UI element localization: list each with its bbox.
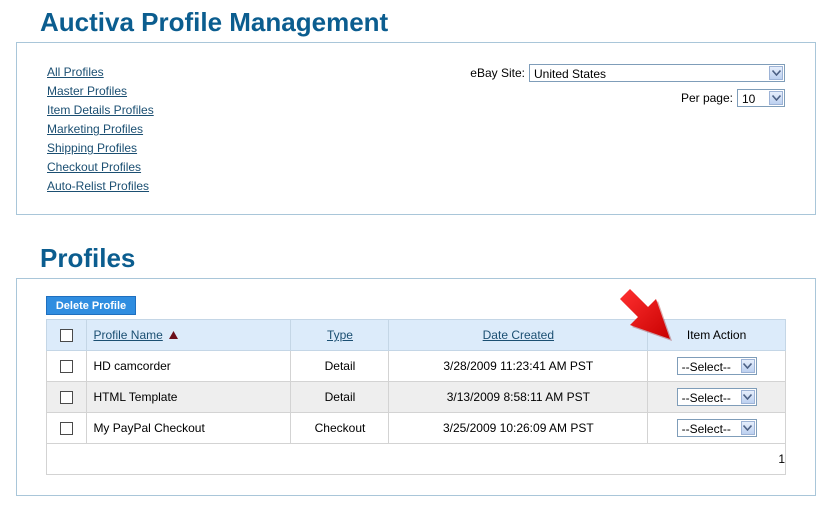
link-item-details-profiles[interactable]: Item Details Profiles [47,103,154,117]
row-checkbox[interactable] [60,422,74,436]
profile-name-cell: My PayPal Checkout [86,412,292,444]
date-created-cell: 3/25/2009 10:26:09 AM PST [388,412,649,444]
per-page-select[interactable]: 10 [737,89,785,107]
page-number-link[interactable]: 1 [778,452,785,466]
profile-name-header: Profile Name [86,319,292,351]
link-master-profiles[interactable]: Master Profiles [47,84,127,98]
per-page-label: Per page: [680,91,733,105]
link-shipping-profiles[interactable]: Shipping Profiles [47,141,137,155]
item-action-value: --Select-- [681,360,731,374]
page-title: Auctiva Profile Management [40,7,389,37]
ebay-site-label: eBay Site: [470,66,525,80]
item-action-cell: --Select-- [647,381,786,413]
profile-filter-panel: All Profiles Master Profiles Item Detail… [16,42,816,215]
date-created-header: Date Created [388,319,649,351]
chevron-down-icon [740,359,755,373]
item-action-value: --Select-- [681,422,731,436]
link-auto-relist-profiles[interactable]: Auto-Relist Profiles [47,179,149,193]
date-created-cell: 3/13/2009 8:58:11 AM PST [388,381,649,413]
triangle-up-icon [169,328,179,342]
link-marketing-profiles[interactable]: Marketing Profiles [47,122,143,136]
row-checkbox-cell [45,381,88,413]
table-row: My PayPal Checkout Checkout 3/25/2009 10… [45,412,786,444]
per-page-row: Per page: 10 [681,89,785,107]
row-checkbox[interactable] [60,391,74,405]
ebay-site-select[interactable]: United States [529,64,785,82]
profile-type-cell: Detail [290,381,390,413]
item-action-select[interactable]: --Select-- [676,419,757,437]
row-checkbox-cell [45,412,88,444]
row-checkbox[interactable] [60,360,74,374]
red-arrow-icon [620,289,672,341]
link-checkout-profiles[interactable]: Checkout Profiles [47,160,141,174]
link-all-profiles[interactable]: All Profiles [47,65,104,79]
item-action-select[interactable]: --Select-- [676,388,757,406]
item-action-select[interactable]: --Select-- [676,357,757,375]
item-action-cell: --Select-- [647,350,786,382]
item-action-cell: --Select-- [647,412,786,444]
select-all-checkbox[interactable] [60,329,74,343]
profile-name-cell: HD camcorder [86,350,292,382]
profiles-panel: Delete Profile Profile Name Type Date Cr… [16,278,816,496]
table-row: HD camcorder Detail 3/28/2009 11:23:41 A… [45,350,786,382]
row-checkbox-cell [45,350,88,382]
item-action-value: --Select-- [681,391,731,405]
profile-type-cell: Checkout [290,412,390,444]
profiles-heading: Profiles [40,243,136,273]
pager-row: 1 [46,443,786,475]
pager-cell: 1 [46,443,786,475]
table-row: HTML Template Detail 3/13/2009 8:58:11 A… [45,381,786,413]
chevron-down-icon [769,91,783,105]
per-page-value: 10 [742,92,756,106]
profile-type-links: All Profiles Master Profiles Item Detail… [47,65,154,198]
delete-profile-button[interactable]: Delete Profile [46,296,136,315]
chevron-down-icon [740,421,755,435]
profile-name-cell: HTML Template [86,381,292,413]
chevron-down-icon [769,66,783,80]
profile-type-cell: Detail [290,350,390,382]
sort-date-created-link[interactable]: Date Created [483,328,554,342]
type-header: Type [290,319,390,351]
select-all-cell [45,319,88,351]
ebay-site-value: United States [534,67,607,81]
sort-type-link[interactable]: Type [327,328,353,342]
chevron-down-icon [740,390,755,404]
ebay-site-row: eBay Site: United States [470,64,785,82]
sort-profile-name-link[interactable]: Profile Name [93,328,162,342]
date-created-cell: 3/28/2009 11:23:41 AM PST [388,350,649,382]
